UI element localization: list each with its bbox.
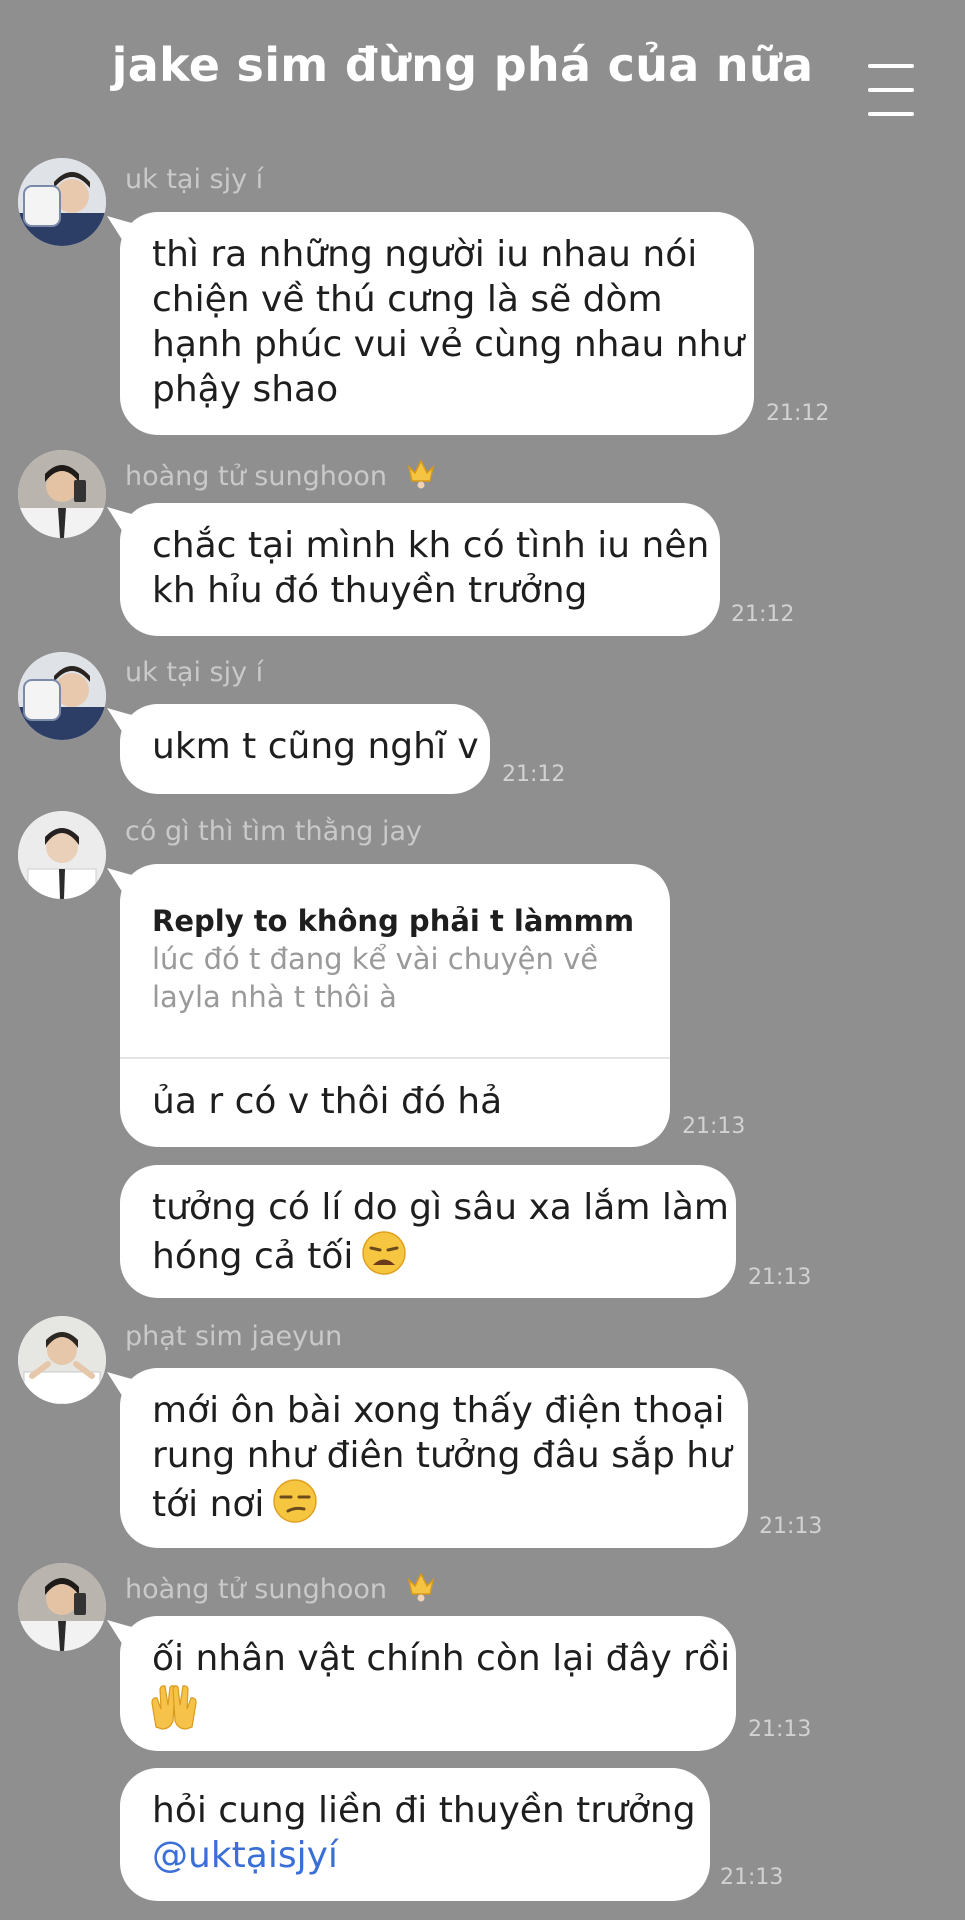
message-time: 21:12 [731, 602, 795, 627]
message-text: phậy shao [152, 369, 339, 410]
hamburger-menu-icon[interactable] [868, 64, 916, 118]
message-text: hóng cả tối [152, 1230, 704, 1279]
message-text: chiện về thú cưng là sẽ dòm [152, 279, 663, 320]
sender-name: uk tại sjy í [125, 164, 264, 195]
avatar-jay[interactable] [18, 811, 106, 899]
sender-name: phạt sim jaeyun [125, 1321, 343, 1352]
message-text: hỏi cung liền đi thuyền trưởng [152, 1790, 696, 1831]
message-text: thì ra những người iu nhau nói [152, 234, 698, 275]
raising-hands-emoji [151, 1685, 197, 1730]
message-bubble[interactable]: thì ra những người iu nhau nói chiện về … [120, 212, 754, 435]
reply-quote: lúc đó t đang kể vài chuyện về [152, 942, 599, 976]
chat-header: jake sim đừng phá của nữa [0, 0, 965, 140]
message-bubble[interactable]: tưởng có lí do gì sâu xa lắm làm hóng cả… [120, 1165, 736, 1298]
sender-name: có gì thì tìm thằng jay [125, 816, 423, 847]
reply-header: Reply to không phải t làmmm [152, 904, 635, 938]
reply-quote: layla nhà t thôi à [152, 980, 397, 1014]
sender-name: hoàng tử sunghoon [125, 1568, 436, 1605]
avatar-sunghoon[interactable] [18, 450, 106, 538]
message-bubble[interactable]: mới ôn bài xong thấy điện thoại rung như… [120, 1368, 748, 1548]
message-text: mới ôn bài xong thấy điện thoại [152, 1390, 725, 1431]
message-bubble[interactable]: chắc tại mình kh có tình iu nên kh hỉu đ… [120, 503, 720, 636]
sender-name-text: hoàng tử sunghoon [125, 1574, 387, 1605]
message-time: 21:13 [748, 1717, 812, 1742]
message-time: 21:13 [720, 1865, 784, 1890]
message-text-part: hóng cả tối [152, 1236, 354, 1277]
message-text: hạnh phúc vui vẻ cùng nhau như [152, 324, 745, 365]
message-bubble[interactable]: hỏi cung liền đi thuyền trưởng @uktạisjy… [120, 1768, 710, 1901]
message-text: rung như điên tưởng đâu sắp hư [152, 1435, 732, 1476]
reply-preview[interactable]: Reply to không phải t làmmm lúc đó t đan… [152, 902, 634, 1016]
message-time: 21:12 [766, 401, 830, 426]
avatar-jaeyun[interactable] [18, 1316, 106, 1404]
message-time: 21:13 [759, 1514, 823, 1539]
message-text: tưởng có lí do gì sâu xa lắm làm [152, 1187, 729, 1228]
avatar-sunghoon[interactable] [18, 1563, 106, 1651]
message-text: ối nhân vật chính còn lại đây rồi [152, 1638, 731, 1679]
message-time: 21:12 [502, 762, 566, 787]
message-text: chắc tại mình kh có tình iu nên [152, 525, 710, 566]
weary-face-emoji [362, 1231, 407, 1275]
sender-name: uk tại sjy í [125, 657, 264, 688]
chat-title: jake sim đừng phá của nữa [111, 38, 814, 92]
crown-emoji [407, 459, 434, 489]
reply-message-bubble[interactable]: Reply to không phải t làmmm lúc đó t đan… [120, 864, 670, 1147]
crown-emoji [407, 1572, 434, 1602]
avatar-uk[interactable] [18, 158, 106, 246]
unamused-face-emoji [273, 1479, 318, 1523]
message-text: ủa r có v thôi đó hả [152, 1081, 503, 1122]
message-time: 21:13 [748, 1265, 812, 1290]
message-time: 21:13 [682, 1114, 746, 1139]
avatar-uk[interactable] [18, 652, 106, 740]
sender-name-text: hoàng tử sunghoon [125, 461, 387, 492]
mention-link[interactable]: @uktạisjyí [152, 1833, 678, 1878]
message-bubble[interactable]: ukm t cũng nghĩ v [120, 704, 490, 794]
reply-divider [120, 1057, 670, 1059]
message-text: ukm t cũng nghĩ v [152, 726, 479, 767]
message-bubble[interactable]: ối nhân vật chính còn lại đây rồi [120, 1616, 736, 1751]
message-text [151, 1681, 704, 1742]
message-text: tới nơi [152, 1478, 716, 1527]
message-text-part: tới nơi [152, 1484, 265, 1525]
message-text: kh hỉu đó thuyền trưởng [152, 570, 588, 611]
sender-name: hoàng tử sunghoon [125, 455, 436, 492]
